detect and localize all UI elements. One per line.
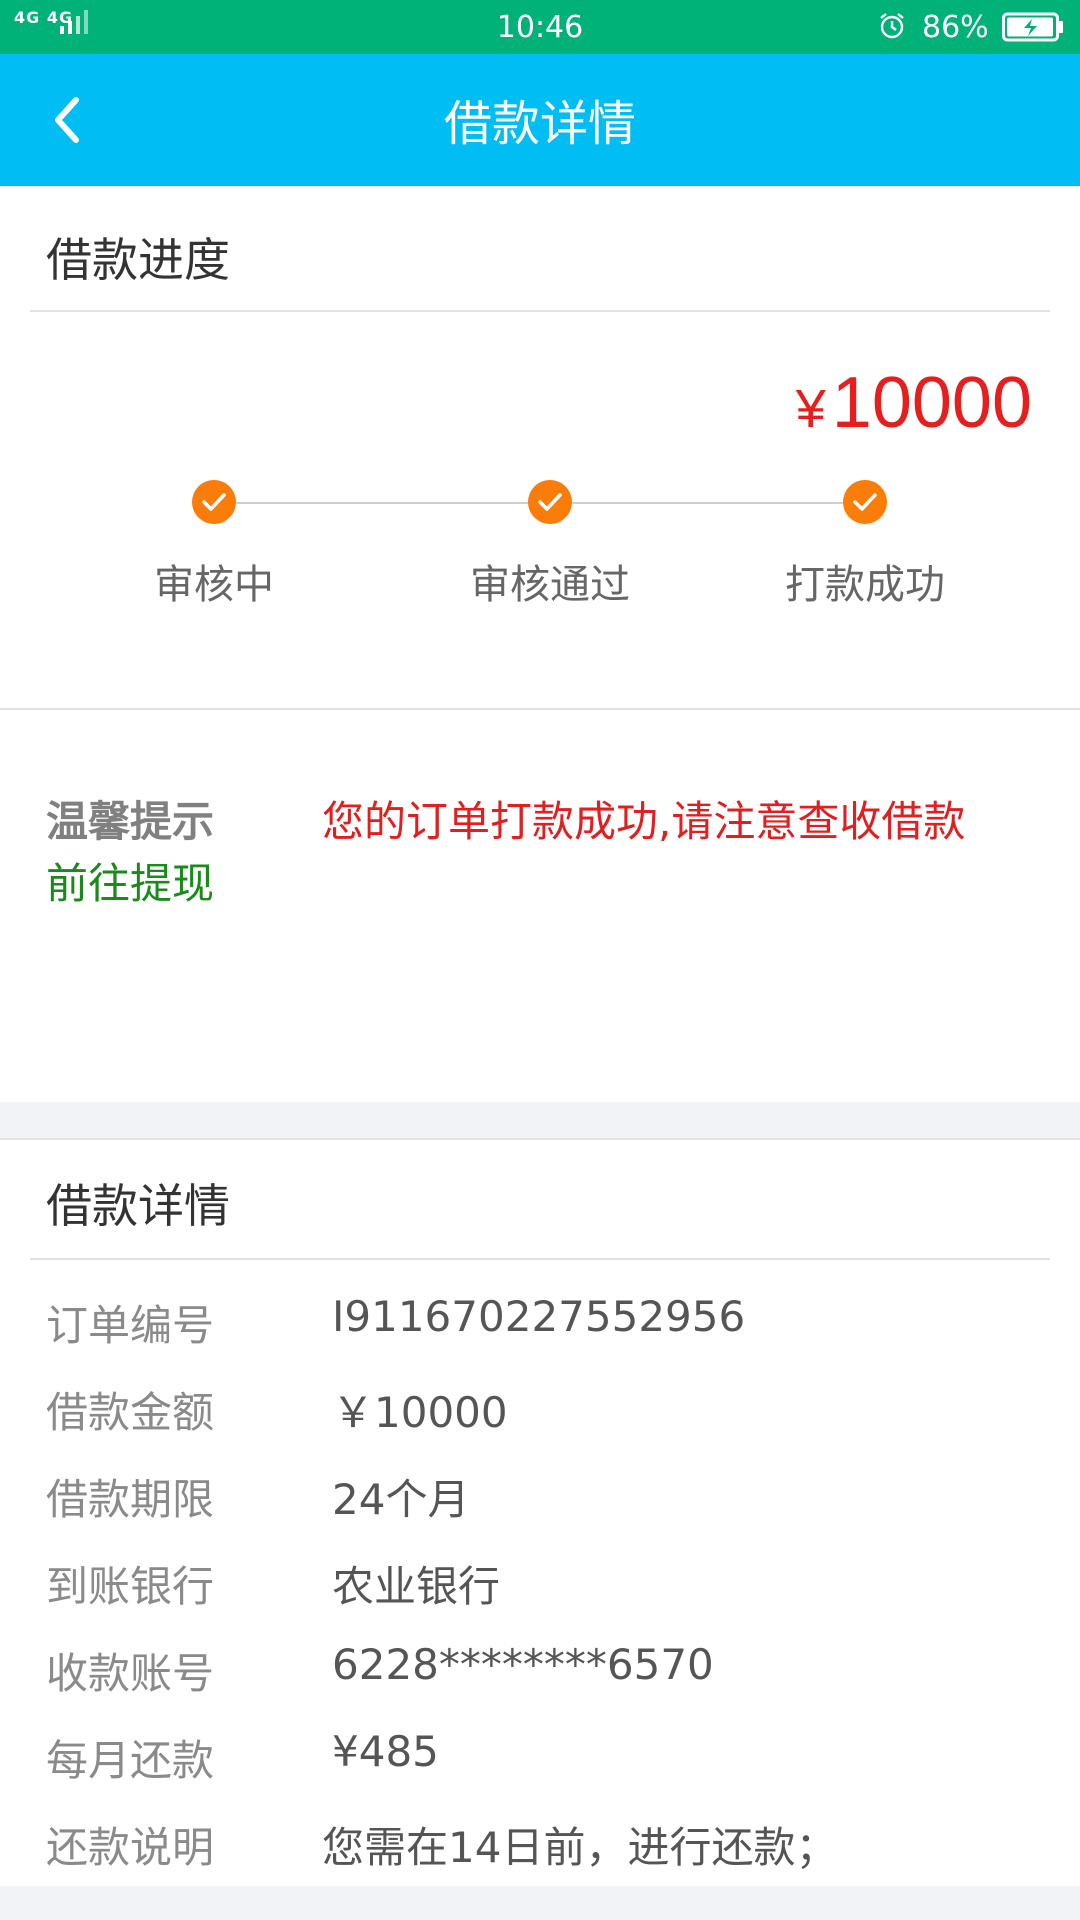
progress-section-title: 借款进度 [46,233,230,287]
row-label: 订单编号 [46,1301,215,1350]
row-value: 6228********6570 [332,1640,714,1689]
row-value: ￥10000 [332,1388,508,1437]
row-label: 借款金额 [46,1388,215,1437]
details-panel: 借款详情 订单编号 I911670227552956 借款金额 ￥10000 借… [0,1138,1080,1886]
row-label: 借款期限 [46,1475,215,1524]
check-icon [192,480,236,524]
battery-charging-icon [1002,12,1063,42]
row-value: 24个月 [332,1475,470,1524]
step-label-approved: 审核通过 [470,562,630,608]
battery-percentage: 86% [922,10,989,45]
check-icon [843,480,887,524]
tip-label: 温馨提示 [46,797,215,846]
tip-message: 您的订单打款成功,请注意查收借款 [322,797,966,846]
progress-panel: 借款进度 ¥10000 审核中 审核通过 打款成功 温馨提示 您的订单打款成功,… [0,186,1080,1102]
detail-row-repayment-note: 还款说明 您需在14日前，进行还款； [0,1814,1080,1884]
row-label: 收款账号 [46,1649,215,1698]
divider [30,310,1050,312]
divider [0,708,1080,710]
row-value: I911670227552956 [332,1292,746,1341]
row-label: 到账银行 [46,1562,215,1611]
withdraw-link[interactable]: 前往提现 [46,850,214,911]
divider [0,1138,1080,1140]
loan-amount: ¥10000 [796,362,1032,444]
detail-row-loan-term: 借款期限 24个月 [0,1466,1080,1536]
page-title: 借款详情 [443,96,636,152]
nav-bar: 借款详情 [0,54,1080,186]
detail-row-loan-amount: 借款金额 ￥10000 [0,1379,1080,1449]
alarm-icon [880,13,904,39]
detail-row-monthly-payment: 每月还款 ¥485 [0,1727,1080,1797]
status-time: 10:46 [496,10,584,45]
detail-row-order-number: 订单编号 I911670227552956 [0,1292,1080,1362]
row-label: 还款说明 [46,1823,215,1872]
step-connector [550,502,865,504]
amount-value: 10000 [831,363,1032,443]
step-label-reviewing: 审核中 [154,562,274,608]
row-label: 每月还款 [46,1736,215,1785]
divider [30,1258,1050,1260]
row-value: ¥485 [332,1727,439,1776]
step-label-paid: 打款成功 [785,562,945,608]
step-connector [214,502,550,504]
details-section-title: 借款详情 [46,1179,230,1233]
detail-row-bank: 到账银行 农业银行 [0,1553,1080,1623]
row-value: 农业银行 [332,1562,501,1611]
status-bar: 4G 4G 10:46 86% [0,0,1080,54]
row-value: 您需在14日前，进行还款； [322,1823,838,1872]
detail-row-account: 收款账号 6228********6570 [0,1640,1080,1710]
check-icon [528,480,572,524]
currency-symbol: ¥ [795,379,826,439]
